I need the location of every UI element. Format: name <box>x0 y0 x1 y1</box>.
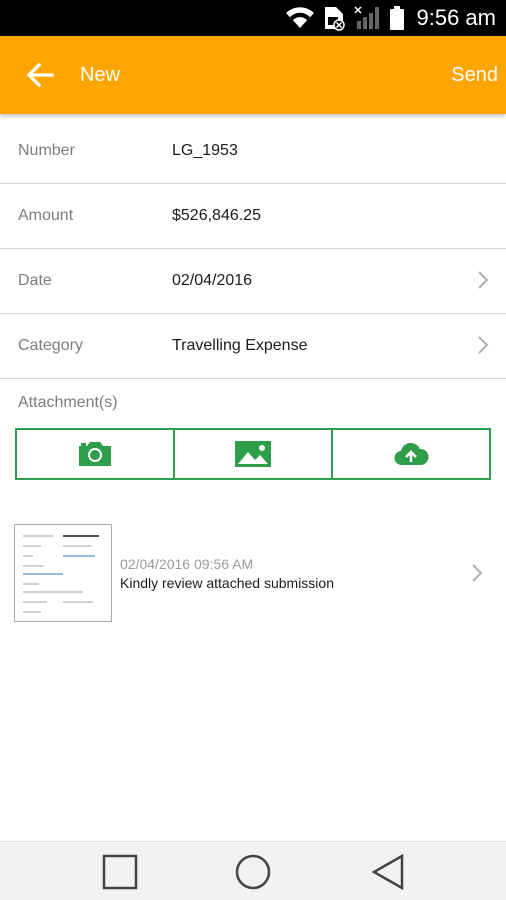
chevron-right-icon <box>478 336 489 354</box>
wifi-icon <box>285 7 314 29</box>
attachments-label: Attachment(s) <box>18 394 118 411</box>
back-nav-button[interactable] <box>370 853 406 891</box>
system-nav-bar <box>0 841 506 900</box>
home-button[interactable] <box>235 854 271 890</box>
date-value[interactable]: 02/04/2016 <box>172 248 252 313</box>
attachment-toolbar <box>15 428 491 480</box>
amount-label: Amount <box>18 207 74 224</box>
send-button[interactable]: Send <box>451 64 498 87</box>
status-bar: 9:56 am <box>0 0 506 36</box>
category-label: Category <box>18 337 83 354</box>
battery-icon <box>389 6 404 30</box>
amount-row[interactable]: Amount $526,846.25 <box>0 183 506 249</box>
category-row[interactable]: Category Travelling Expense <box>0 313 506 379</box>
back-triangle-icon <box>371 853 404 891</box>
number-row[interactable]: Number LG_1953 <box>0 118 506 184</box>
camera-icon <box>79 442 111 466</box>
amount-value[interactable]: $526,846.25 <box>172 183 261 248</box>
attachment-entry[interactable]: 02/04/2016 09:56 AM Kindly review attach… <box>0 518 506 628</box>
page-title: New <box>80 64 121 86</box>
number-value[interactable]: LG_1953 <box>172 118 238 183</box>
home-icon <box>235 854 271 890</box>
camera-button[interactable] <box>17 430 173 478</box>
no-sim-icon <box>324 7 345 31</box>
category-value[interactable]: Travelling Expense <box>172 313 307 378</box>
cloud-upload-icon <box>394 442 429 466</box>
signal-icon <box>353 6 379 29</box>
entry-description: Kindly review attached submission <box>120 575 334 591</box>
status-icons: 9:56 am <box>285 4 497 32</box>
recents-icon <box>102 854 138 890</box>
back-button[interactable] <box>24 60 56 90</box>
date-row[interactable]: Date 02/04/2016 <box>0 248 506 314</box>
chevron-right-icon <box>478 271 489 289</box>
gallery-icon <box>235 441 271 467</box>
entry-timestamp: 02/04/2016 09:56 AM <box>120 556 254 572</box>
upload-button[interactable] <box>331 430 489 478</box>
attachment-thumbnail <box>14 524 112 622</box>
chevron-right-icon <box>472 564 483 582</box>
app-bar: New Send <box>0 36 506 114</box>
date-label: Date <box>18 272 52 289</box>
gallery-button[interactable] <box>173 430 331 478</box>
status-time: 9:56 am <box>416 5 497 30</box>
number-label: Number <box>18 142 75 159</box>
recents-button[interactable] <box>102 854 138 890</box>
back-arrow-icon <box>26 62 54 88</box>
